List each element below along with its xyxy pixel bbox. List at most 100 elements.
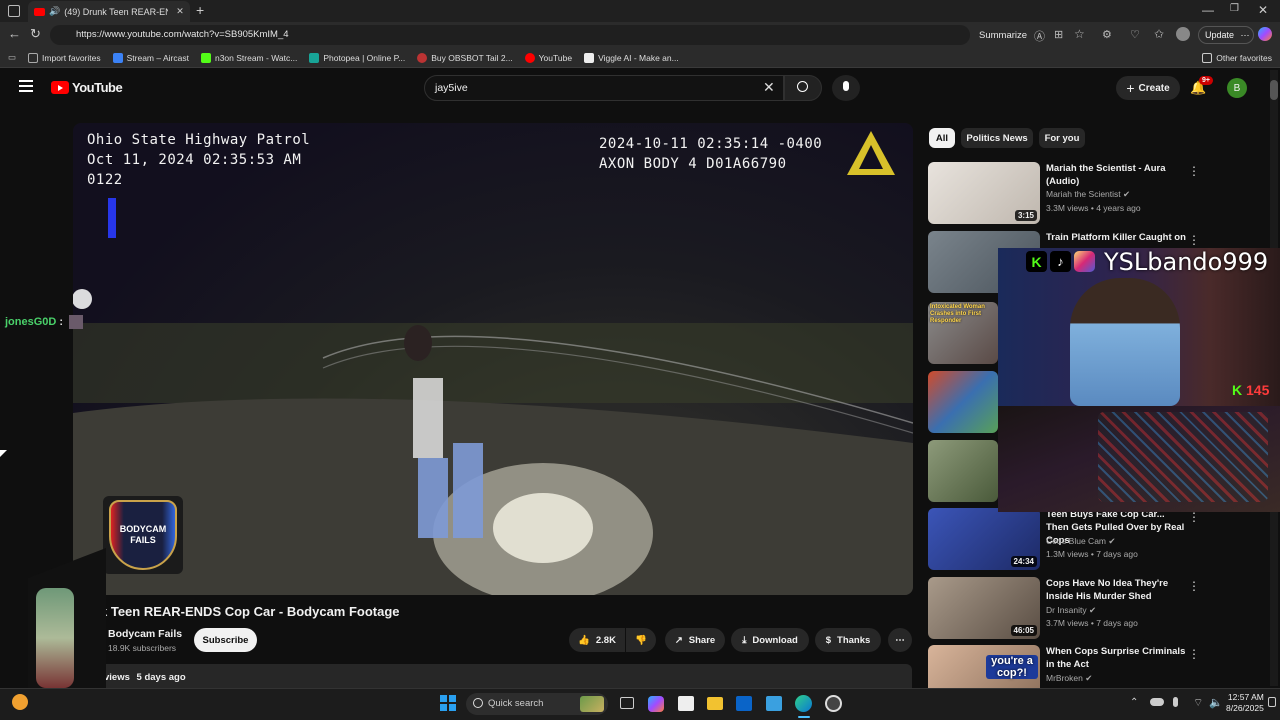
browser-tab-active[interactable]: 🔊 (49) Drunk Teen REAR-ENDS ✕ [28,1,190,22]
share-button[interactable]: ↗ Share [665,628,725,652]
recommendation-title[interactable]: Train Platform Killer Caught on [1046,231,1186,244]
video-thumbnail[interactable]: 24:34 [928,508,1040,570]
favorite-photopea[interactable]: Photopea | Online P... [309,52,405,63]
maximize-icon[interactable]: ❐ [1230,3,1239,14]
like-button[interactable]: 👍 2.8K [569,628,625,652]
start-button[interactable] [440,695,456,711]
app-available-icon[interactable]: ⊞ [1054,28,1063,41]
thumbnail-caption: Intoxicated Woman Crashes into First Res… [930,304,985,324]
subscribe-button[interactable]: Subscribe [194,628,257,652]
video-thumbnail[interactable] [928,440,998,502]
recommendation-title[interactable]: Mariah the Scientist - Aura (Audio) [1046,162,1186,188]
notifications-button[interactable]: 🔔 9+ [1190,76,1213,96]
tray-chevron-icon[interactable]: ⌃ [1130,697,1138,708]
notification-center-icon[interactable] [1268,697,1276,707]
edge-icon[interactable] [795,695,812,712]
download-icon: ⤓ [742,634,747,646]
video-thumbnail[interactable]: 46:05 [928,577,1040,639]
browser-menu-icon[interactable] [8,5,20,17]
url-input[interactable]: https://www.youtube.com/watch?v=SB905KmI… [50,25,970,45]
profile-icon[interactable] [1176,27,1190,41]
summarize-button[interactable]: Summarize [979,30,1027,41]
chip-for-you[interactable]: For you [1039,128,1085,148]
new-tab-icon[interactable]: + [196,2,204,18]
volume-icon[interactable]: 🔈 [1209,696,1223,709]
recommendation-item[interactable]: 24:34 Teen Buys Fake Cop Car... Then Get… [928,508,1268,570]
video-thumbnail[interactable] [928,371,998,433]
video-thumbnail[interactable]: Intoxicated Woman Crashes into First Res… [928,302,998,364]
copilot-icon[interactable] [1258,27,1272,41]
reading-list-icon[interactable]: ▭ [8,52,16,63]
search-input[interactable]: jay5ive [424,75,784,101]
more-vertical-icon[interactable]: ⋮ [1188,233,1200,247]
chip-politics-news[interactable]: Politics News [961,128,1033,148]
photos-icon[interactable] [766,696,782,711]
favorites-icon[interactable]: ✩ [1154,27,1164,41]
chip-all[interactable]: All [929,128,955,148]
favorite-import[interactable]: Import favorites [28,52,101,63]
microphone-tray-icon[interactable] [1173,697,1178,707]
window-close-icon[interactable]: ✕ [1258,3,1268,17]
recommendation-title[interactable]: When Cops Surprise Criminals in the Act [1046,645,1186,671]
task-view-icon[interactable] [620,697,634,709]
back-icon[interactable]: ← [8,26,21,41]
video-thumbnail[interactable]: 3:15 [928,162,1040,224]
outlook-icon[interactable] [736,696,752,711]
youtube-logo[interactable]: YouTube [51,80,123,95]
favorite-star-icon[interactable]: ☆ [1074,27,1085,41]
minimize-icon[interactable]: — [1202,3,1214,17]
dislike-button[interactable]: 👎 [626,628,656,652]
description-box[interactable]: views 5 days ago [100,664,912,688]
browser-tab-bar: 🔊 (49) Drunk Teen REAR-ENDS ✕ + — ❐ ✕ [0,0,1280,22]
more-vertical-icon[interactable]: ⋮ [1188,579,1200,593]
obs-icon[interactable] [825,695,842,712]
refresh-icon[interactable]: ↻ [30,26,41,42]
update-button[interactable]: Update ⋯ [1198,26,1254,44]
weather-widget-icon[interactable] [12,694,28,710]
video-player[interactable]: Ohio State Highway Patrol Oct 11, 2024 0… [73,123,913,595]
video-thumbnail[interactable]: you're a cop?! [928,645,1040,688]
account-avatar[interactable]: B [1227,78,1247,98]
favorite-obsbot[interactable]: Buy OBSBOT Tail 2... [417,52,513,63]
recommendation-channel[interactable]: MrBroken ✔ [1046,673,1092,684]
channel-name[interactable]: Bodycam Fails [108,628,182,640]
more-vertical-icon[interactable]: ⋮ [1188,510,1200,524]
search-button[interactable] [784,75,822,101]
thumbnail-caption: you're a cop?! [986,655,1038,679]
recommendation-title[interactable]: Cops Have No Idea They're Inside His Mur… [1046,577,1186,603]
clear-search-icon[interactable]: ✕ [763,79,775,96]
copilot-taskbar-icon[interactable] [648,696,664,712]
recommendation-channel[interactable]: Dr Insanity ✔ [1046,605,1096,616]
tab-close-icon[interactable]: ✕ [176,6,184,17]
clock[interactable]: 12:57 AM 8/26/2025 [1226,692,1264,714]
scrollbar-thumb[interactable] [1270,80,1278,100]
other-favorites[interactable]: Other favorites [1202,52,1272,63]
download-button[interactable]: ⤓ Download [731,628,809,652]
more-vertical-icon[interactable]: ⋮ [1188,647,1200,661]
voice-search-button[interactable] [832,75,860,101]
speaker-icon[interactable]: 🔊 [49,6,60,17]
recommendation-channel[interactable]: Code Blue Cam ✔ [1046,536,1116,547]
recommendation-item[interactable]: you're a cop?! When Cops Surprise Crimin… [928,645,1268,688]
extensions-icon[interactable]: ⚙ [1102,28,1112,41]
file-explorer-icon[interactable] [707,697,723,710]
recommendation-item[interactable]: 3:15 Mariah the Scientist - Aura (Audio)… [928,162,1268,224]
recommendation-item[interactable]: 46:05 Cops Have No Idea They're Inside H… [928,577,1268,639]
wifi-icon[interactable]: ⌔ [1193,696,1203,710]
more-vertical-icon[interactable]: ⋮ [1188,164,1200,178]
onedrive-icon[interactable] [1150,698,1164,706]
more-actions-button[interactable]: ⋯ [888,628,912,652]
create-button[interactable]: + Create [1116,76,1180,100]
favorite-aircast[interactable]: Stream – Aircast [112,52,189,63]
hamburger-menu-icon[interactable] [19,80,33,92]
favorite-youtube[interactable]: YouTube [524,52,572,63]
favorite-viggle[interactable]: Viggle AI - Make an... [584,52,679,63]
favorite-n3on[interactable]: n3on Stream - Watc... [200,52,297,63]
store-icon[interactable] [678,696,694,711]
channel-name: MrBroken [1046,673,1083,683]
kick-icon: K [1026,251,1047,272]
thanks-button[interactable]: $ Thanks [815,628,881,652]
read-aloud-icon[interactable]: Ⓐ [1034,28,1045,44]
browser-essentials-icon[interactable]: ♡ [1130,28,1140,41]
recommendation-channel[interactable]: Mariah the Scientist ✔ [1046,189,1130,200]
